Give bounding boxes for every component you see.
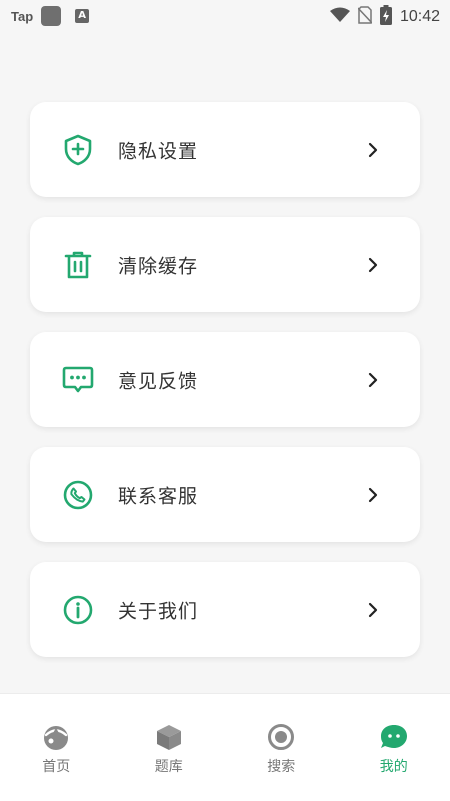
nav-label: 首页 — [0, 756, 113, 776]
no-sim-icon — [358, 6, 372, 28]
menu-item-label: 意见反馈 — [118, 366, 198, 393]
nav-item-home[interactable]: 首页 — [0, 694, 113, 801]
status-left: Tap A — [11, 6, 89, 26]
phone-icon — [62, 479, 94, 511]
nav-label: 题库 — [113, 756, 226, 776]
nav-item-search[interactable]: 搜索 — [225, 694, 338, 801]
feedback-icon — [62, 364, 94, 396]
profile-icon — [379, 722, 409, 752]
chevron-right-icon — [366, 141, 380, 159]
nav-item-mine[interactable]: 我的 — [338, 694, 450, 801]
status-bar: Tap A 10:42 — [0, 0, 450, 30]
chevron-right-icon — [366, 256, 380, 274]
home-icon — [41, 722, 71, 752]
nav-label: 搜索 — [225, 756, 338, 776]
menu-item-label: 关于我们 — [118, 596, 198, 623]
trash-icon — [62, 249, 94, 281]
menu-item-label: 联系客服 — [118, 481, 198, 508]
menu-item-label: 清除缓存 — [118, 251, 198, 278]
menu-item-privacy[interactable]: 隐私设置 — [30, 102, 420, 197]
chevron-right-icon — [366, 371, 380, 389]
notification-a-icon: A — [75, 9, 89, 23]
nav-label: 我的 — [338, 756, 450, 776]
nav-item-question-bank[interactable]: 题库 — [113, 694, 226, 801]
info-icon — [62, 594, 94, 626]
menu-item-clear-cache[interactable]: 清除缓存 — [30, 217, 420, 312]
menu-item-about-us[interactable]: 关于我们 — [30, 562, 420, 657]
menu-item-feedback[interactable]: 意见反馈 — [30, 332, 420, 427]
chevron-right-icon — [366, 601, 380, 619]
search-icon — [266, 722, 296, 752]
box-icon — [154, 722, 184, 752]
bottom-nav: 首页 题库 搜索 我的 — [0, 693, 450, 801]
status-right: 10:42 — [330, 5, 440, 29]
wifi-icon — [330, 7, 350, 27]
shield-plus-icon — [62, 134, 94, 166]
battery-icon — [380, 5, 392, 29]
status-app-label: Tap — [11, 9, 33, 24]
menu-item-contact-service[interactable]: 联系客服 — [30, 447, 420, 542]
chevron-right-icon — [366, 486, 380, 504]
menu-item-label: 隐私设置 — [118, 136, 198, 163]
status-time: 10:42 — [400, 8, 440, 26]
notification-app-icon — [41, 6, 61, 26]
